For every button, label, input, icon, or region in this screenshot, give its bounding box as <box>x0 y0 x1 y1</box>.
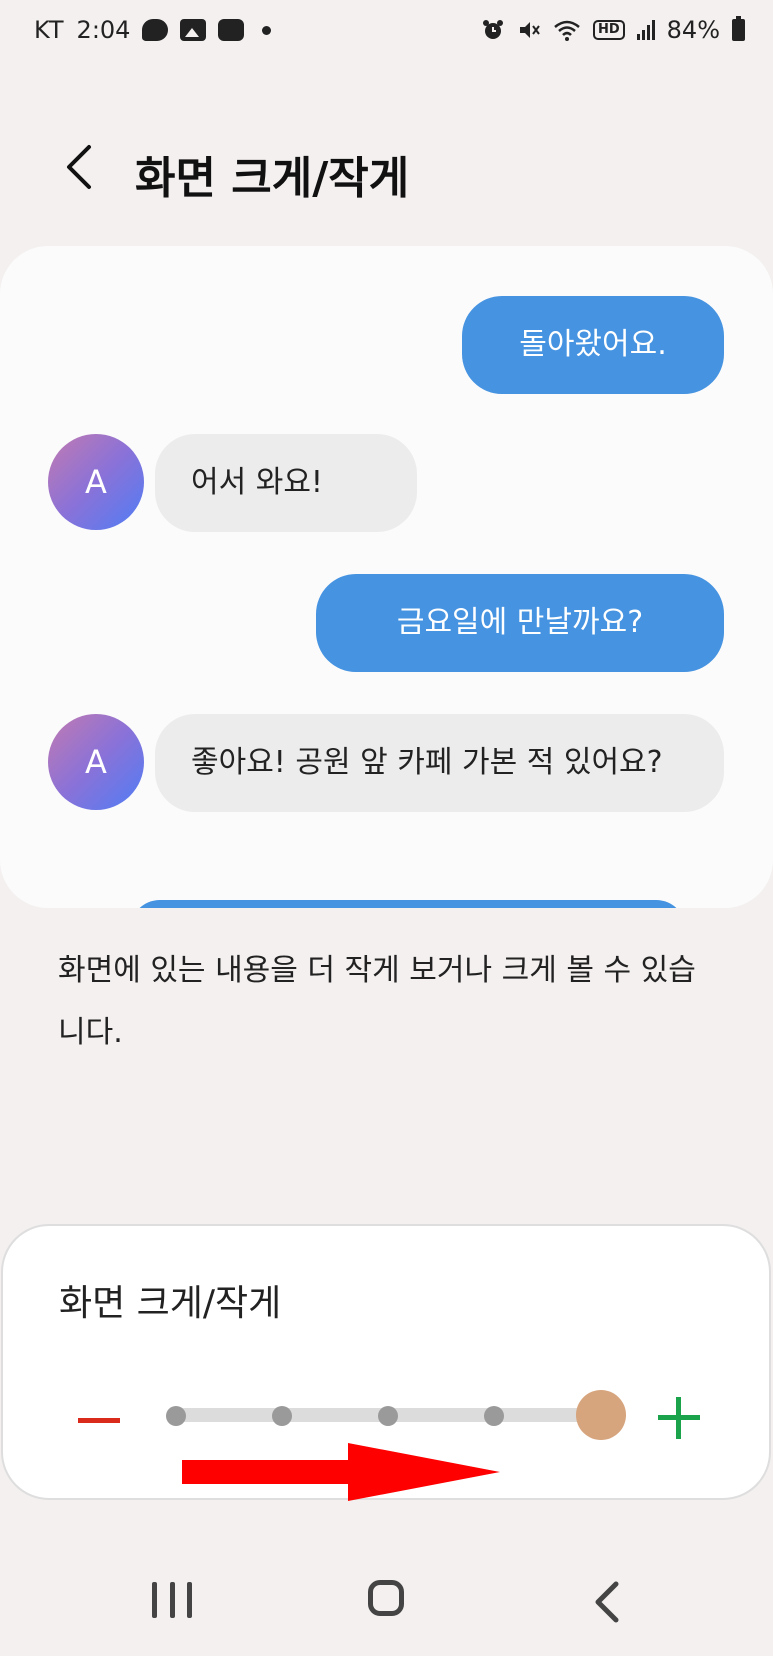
app-header: 화면 크게/작게 <box>0 118 773 214</box>
chevron-left-icon <box>67 145 91 189</box>
annotation-arrow-icon <box>182 1443 500 1501</box>
hd-icon: HD <box>592 20 625 40</box>
incoming-message: 좋아요! 공원 앞 카페 가본 적 있어요? <box>155 714 724 812</box>
recents-button[interactable] <box>152 1582 192 1622</box>
home-button[interactable] <box>368 1580 404 1616</box>
slider-step[interactable] <box>272 1406 292 1426</box>
clock: 2:04 <box>76 16 131 44</box>
page-title: 화면 크게/작게 <box>135 153 410 204</box>
mute-icon <box>519 22 540 38</box>
wifi-icon <box>554 20 580 41</box>
battery-icon <box>732 16 745 41</box>
description-text: 화면에 있는 내용을 더 작게 보거나 크게 볼 수 있습니다. <box>58 953 696 1050</box>
status-bar-left: KT 2:04 <box>34 16 272 44</box>
slider-thumb[interactable] <box>576 1390 626 1440</box>
decrease-button[interactable] <box>73 1394 125 1446</box>
incoming-message: 어서 와요! <box>155 434 417 532</box>
blog-icon <box>218 19 245 41</box>
signal-icon <box>636 20 655 40</box>
alarm-icon <box>482 20 503 39</box>
recents-icon <box>152 1582 157 1618</box>
back-button[interactable] <box>56 138 100 196</box>
notification-dot-icon <box>262 25 272 35</box>
carrier-label: KT <box>34 16 65 44</box>
status-bar-right: HD 84% <box>481 16 745 44</box>
minus-icon <box>78 1417 120 1423</box>
avatar: A <box>48 434 144 530</box>
gallery-icon <box>180 19 207 41</box>
avatar: A <box>48 714 144 810</box>
chat-preview: 돌아왔어요. A 어서 와요! 금요일에 만날까요? A 좋아요! 공원 앞 카… <box>0 246 773 908</box>
outgoing-message: 돌아왔어요. <box>462 296 724 394</box>
slider-step[interactable] <box>166 1406 186 1426</box>
slider-step[interactable] <box>378 1406 398 1426</box>
status-bar: KT 2:04 HD 84% <box>0 0 773 66</box>
outgoing-message-partial <box>130 900 686 908</box>
slider-step[interactable] <box>484 1406 504 1426</box>
increase-button[interactable] <box>653 1392 705 1444</box>
panel-title: 화면 크게/작게 <box>59 1283 282 1324</box>
back-icon <box>595 1581 619 1623</box>
kakaotalk-icon <box>142 19 169 41</box>
nav-back-button[interactable] <box>586 1580 626 1624</box>
plus-icon <box>676 1397 681 1439</box>
battery-percent: 84% <box>666 16 720 44</box>
navigation-bar <box>0 1556 773 1656</box>
outgoing-message: 금요일에 만날까요? <box>316 574 724 672</box>
